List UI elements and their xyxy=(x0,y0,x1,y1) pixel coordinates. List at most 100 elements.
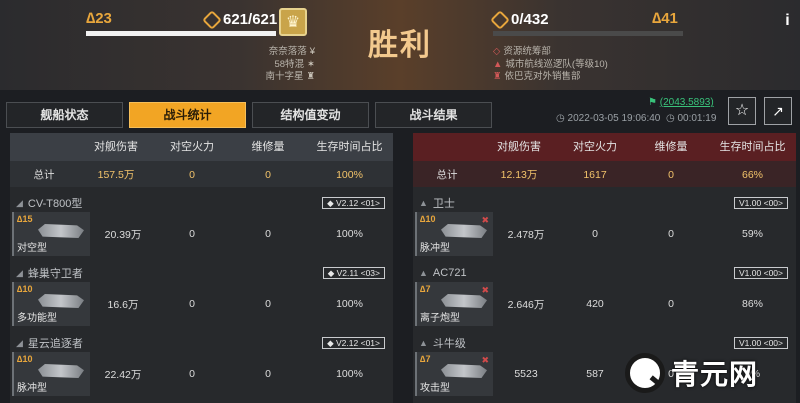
ship-level: ∆10 xyxy=(420,214,436,224)
ship-cell: 59% xyxy=(741,228,763,240)
ship-thumbnail[interactable]: ∆7 ✖ 离子炮型 xyxy=(415,282,493,326)
total-row: 总计 157.5万 0 0 100% xyxy=(10,161,393,187)
battle-timestamp: ◷ 2022-03-05 19:06:40 ◷ 00:01:19 xyxy=(556,113,716,124)
total-cell: 66% xyxy=(741,169,763,181)
ship-cell: 2.478万 xyxy=(507,228,545,241)
tab-structure-change[interactable]: 结构值变动 xyxy=(252,102,369,128)
ship-thumbnail[interactable]: ∆10 多功能型 xyxy=(12,282,90,326)
enemy-progress-bar xyxy=(493,31,683,36)
ship-type: 攻击型 xyxy=(420,383,450,394)
ship-thumbnail[interactable]: ∆10 ✖ 脉冲型 xyxy=(415,212,493,256)
page-title: 胜利 xyxy=(368,29,432,62)
player-info-line: 南十字星 ♜ xyxy=(265,71,315,82)
ship-row[interactable]: ∆7 ✖ 离子炮型 2.646万 420 0 86% xyxy=(413,281,796,327)
ship-header: ◢ 星云追逐者 ◆ V2.12 <01> xyxy=(10,335,393,351)
friendly-stats-panel: 对舰伤害 对空火力 维修量 生存时间占比 总计 157.5万 0 0 100% … xyxy=(10,133,393,403)
flag-icon: ⚑ xyxy=(648,97,657,108)
ship-cell: 2.646万 xyxy=(507,298,545,311)
battle-result-header: ∆23 621/621 ♛ 奈奈落落 ¥ 58特混 ✶ 南十字星 ♜ 胜利 0/432… xyxy=(0,0,800,90)
tab-battle-result[interactable]: 战斗结果 xyxy=(375,102,492,128)
ship-cell: 0 xyxy=(668,298,674,310)
ship-row[interactable]: ∆10 多功能型 16.6万 0 0 100% xyxy=(10,281,393,327)
ship-image-icon xyxy=(441,294,487,308)
ship-cell: 0 xyxy=(265,368,271,380)
version-badge: ◆ V2.12 <01> xyxy=(322,197,385,209)
chevron-down-icon: ¥ xyxy=(309,46,315,57)
column-header: 对空火力 xyxy=(573,141,617,153)
ship-cell: 86% xyxy=(741,298,763,310)
enemy-info-line: ◇ 资源统筹部 xyxy=(493,46,551,57)
diamond-icon: ◆ xyxy=(327,268,335,278)
total-cell: 100% xyxy=(336,169,363,181)
ship-name: 斗牛级 xyxy=(432,338,466,350)
ship-level: ∆7 xyxy=(420,354,431,364)
ship-row[interactable]: ∆10 脉冲型 22.42万 0 0 100% xyxy=(10,351,393,397)
ship-name: 星云追逐者 xyxy=(27,338,83,350)
faction-mark-icon: ✖ xyxy=(481,215,489,225)
ship-class-icon: ▲ xyxy=(419,268,428,278)
ship-header: ▲ 卫士 V1.00 <00> xyxy=(413,195,796,211)
ship-type: 脉冲型 xyxy=(17,383,47,394)
star-icon: ☆ xyxy=(734,102,750,119)
total-cell: 157.5万 xyxy=(97,169,135,181)
total-cell: 0 xyxy=(265,169,271,181)
ship-image-icon xyxy=(441,224,487,238)
ship-thumbnail[interactable]: ∆15 对空型 xyxy=(12,212,90,256)
column-header: 对空火力 xyxy=(170,141,214,153)
ship-image-icon xyxy=(38,294,84,308)
ship-cell: 100% xyxy=(336,228,363,240)
column-header: 生存时间占比 xyxy=(719,141,786,153)
ship-class-icon: ◢ xyxy=(16,197,23,208)
site-watermark: 青元网 xyxy=(625,353,758,393)
chevron-up-icon: ▲ xyxy=(493,58,503,70)
share-button[interactable]: ↗ xyxy=(764,97,792,125)
ship-cell: 0 xyxy=(265,298,271,310)
ship-thumbnail[interactable]: ∆7 ✖ 攻击型 xyxy=(415,352,493,396)
ship-image-icon xyxy=(38,364,84,378)
ship-header: ▲ AC721 V1.00 <00> xyxy=(413,265,796,281)
ship-level: ∆10 xyxy=(17,284,33,294)
version-badge: V1.00 <00> xyxy=(734,337,788,349)
resource-icon xyxy=(202,9,222,30)
faction-mark-icon: ✖ xyxy=(481,285,489,295)
ship-header: ◢ CV-T800型 ◆ V2.12 <01> xyxy=(10,195,393,211)
column-header: 对舰伤害 xyxy=(497,141,541,153)
table-header: 对舰伤害 对空火力 维修量 生存时间占比 xyxy=(10,133,393,161)
column-header: 维修量 xyxy=(654,141,688,153)
player-level: ∆23 xyxy=(86,10,112,27)
enemy-level: ∆41 xyxy=(652,10,678,27)
ship-cell: 0 xyxy=(189,368,195,380)
ship-class-icon: ◢ xyxy=(16,267,23,278)
player-emblem-icon: ♛ xyxy=(279,8,307,36)
ship-header: ◢ 蜂巢守卫者 ◆ V2.11 <03> xyxy=(10,265,393,281)
diamond-icon: ◆ xyxy=(327,338,334,348)
ship-cell: 0 xyxy=(265,228,271,240)
net-value-link[interactable]: ⚑ (2043.5893) xyxy=(648,97,714,108)
ship-name: 蜂巢守卫者 xyxy=(27,268,83,280)
favorite-star-button[interactable]: ☆ xyxy=(728,97,756,125)
info-button[interactable]: i xyxy=(775,12,800,40)
tab-ship-status[interactable]: 舰船状态 xyxy=(6,102,123,128)
ship-thumbnail[interactable]: ∆10 脉冲型 xyxy=(12,352,90,396)
total-label: 总计 xyxy=(436,169,458,181)
player-info: 奈奈落落 ¥ 58特混 ✶ 南十字星 ♜ xyxy=(215,46,315,84)
player-info-line: 奈奈落落 ¥ xyxy=(268,46,315,57)
column-header: 维修量 xyxy=(251,141,285,153)
ship-cell: 100% xyxy=(336,368,363,380)
tab-battle-stats[interactable]: 战斗统计 xyxy=(129,102,246,128)
ship-cell: 5523 xyxy=(514,368,538,380)
ship-cell: 0 xyxy=(592,228,598,240)
version-badge: ◆ V2.11 <03> xyxy=(322,267,385,279)
ship-row[interactable]: ∆10 ✖ 脉冲型 2.478万 0 0 59% xyxy=(413,211,796,257)
player-level-value: 23 xyxy=(95,10,112,27)
watermark-text: 青元网 xyxy=(671,359,759,390)
ship-name: AC721 xyxy=(432,267,467,279)
ship-cell: 0 xyxy=(189,298,195,310)
ship-cell: 100% xyxy=(336,298,363,310)
guild-icon: ♜ xyxy=(493,71,502,82)
ship-row[interactable]: ∆15 对空型 20.39万 0 0 100% xyxy=(10,211,393,257)
ship-image-icon xyxy=(38,224,84,238)
total-cell: 12.13万 xyxy=(500,169,538,181)
ship-type: 对空型 xyxy=(17,243,47,254)
total-row: 总计 12.13万 1617 0 66% xyxy=(413,161,796,187)
